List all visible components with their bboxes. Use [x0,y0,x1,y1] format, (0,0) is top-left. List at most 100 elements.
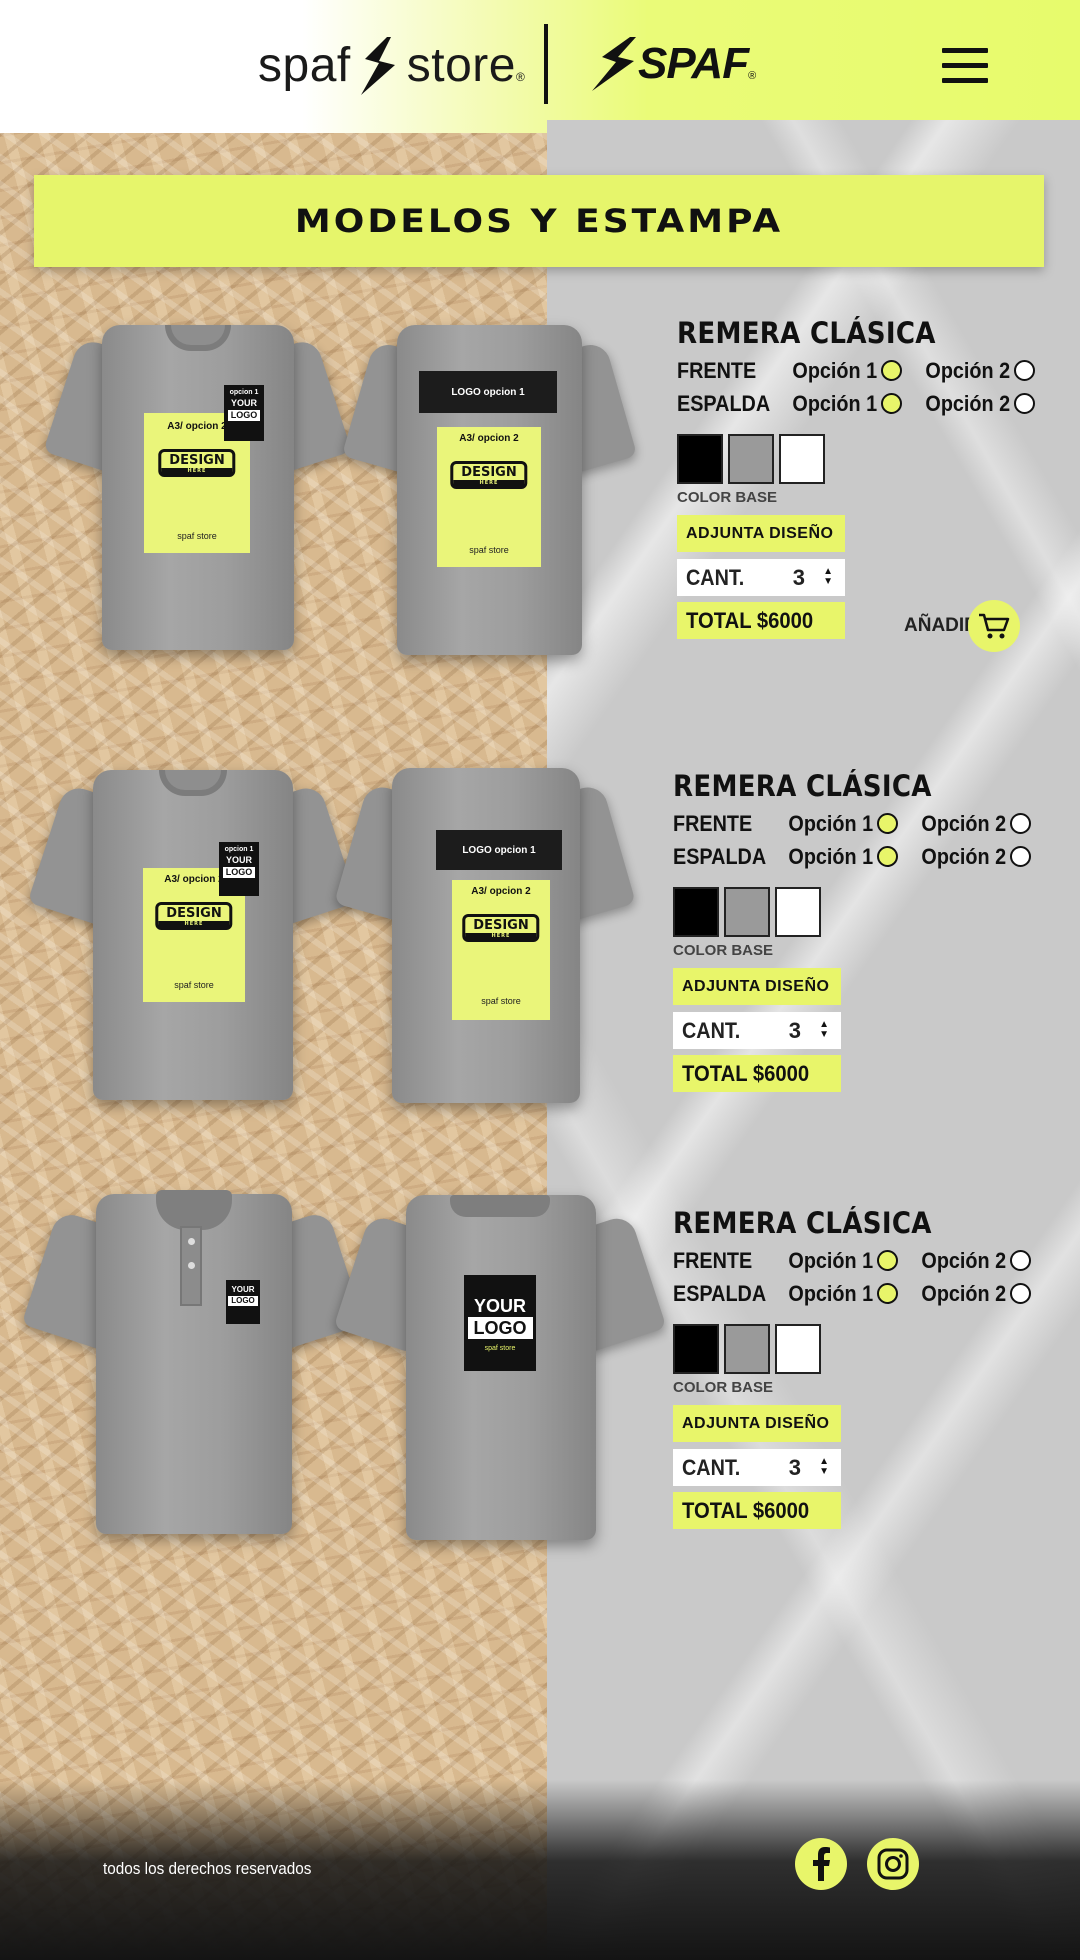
logo-text-spaf: spaf [258,39,351,92]
radio-selected-icon[interactable] [877,1250,899,1271]
spaf-store-logo[interactable]: spaf store ® [258,36,525,96]
swatch-white[interactable] [779,434,825,484]
section-title-banner: MODELOS Y ESTAMPA [34,175,1044,267]
radio-selected-icon[interactable] [881,360,903,381]
attach-design-button[interactable]: ADJUNTA DISEÑO [673,968,841,1005]
brand-logo-text: SPAF [638,39,749,88]
facebook-icon[interactable] [795,1838,847,1890]
qty-value[interactable]: 3 [789,1455,801,1481]
qty-label: CANT. [682,1017,741,1043]
product-name: REMERA CLÁSICA [673,1206,932,1240]
back-option-2[interactable]: Opción 2 [912,844,1032,870]
radio-icon[interactable] [1014,360,1036,381]
swatch-gray[interactable] [724,1324,770,1374]
site-header: spaf store ® SPAF ® [0,0,1080,133]
front-options: FRENTE Opción 1 Opción 2 [673,1244,1053,1277]
design-here-badge: DESIGN HERE [450,461,528,489]
stepper-arrows-icon[interactable]: ▲ ▼ [819,1457,829,1477]
front-option-1[interactable]: Opción 1 [779,1248,899,1274]
radio-selected-icon[interactable] [877,1283,899,1304]
front-label: FRENTE [673,810,753,836]
product-name: REMERA CLÁSICA [677,316,936,350]
front-option-2[interactable]: Opción 2 [916,358,1036,384]
front-option-1[interactable]: Opción 1 [779,811,899,837]
front-option-2[interactable]: Opción 2 [912,811,1032,837]
polo-back-mockup[interactable]: YOUR LOGO spaf store [333,1195,667,1545]
page-title: MODELOS Y ESTAMPA [294,202,784,240]
copyright-text: todos los derechos reservados [103,1859,312,1878]
radio-icon[interactable] [1010,846,1032,867]
design-here-badge: DESIGN HERE [462,914,540,942]
back-option-1[interactable]: Opción 1 [779,1281,899,1307]
back-label: ESPALDA [673,843,767,869]
design-here-badge: DESIGN HERE [158,449,236,477]
product-panel-3: REMERA CLÁSICA FRENTE Opción 1 Opción 2 … [673,1206,1053,1529]
tshirt-back-mockup[interactable]: LOGO opcion 1 A3/ opcion 2 DESIGN HERE sp… [334,768,636,1108]
polo-front-mockup[interactable]: YOUR LOGO [21,1190,365,1540]
a3-print-area: A3/ opcion 2 DESIGN HERE spaf store [437,427,541,567]
stepper-arrows-icon[interactable]: ▲ ▼ [819,1020,829,1040]
stepper-arrows-icon[interactable]: ▲ ▼ [823,567,833,587]
swatch-gray[interactable] [728,434,774,484]
front-label: FRENTE [677,357,757,383]
cart-icon[interactable] [967,600,1020,652]
color-base-label: COLOR BASE [673,1379,774,1396]
total-price: TOTAL $6000 [673,1055,841,1092]
radio-icon[interactable] [1010,1283,1032,1304]
logo-print-box: opcion 1 YOUR LOGO [219,842,259,896]
front-option-2[interactable]: Opción 2 [912,1248,1032,1274]
instagram-icon[interactable] [867,1838,919,1890]
back-options: ESPALDA Opción 1 Opción 2 [673,1277,1053,1310]
logo-print-box: YOUR LOGO spaf store [464,1275,536,1371]
quantity-stepper[interactable]: CANT. 3 ▲ ▼ [673,1449,841,1486]
hamburger-menu-icon[interactable] [942,48,988,84]
color-base-label: COLOR BASE [673,942,774,959]
bolt-icon [592,37,636,91]
radio-selected-icon[interactable] [877,846,899,867]
attach-design-button[interactable]: ADJUNTA DISEÑO [677,515,845,552]
radio-icon[interactable] [1010,1250,1032,1271]
back-label: ESPALDA [673,1280,767,1306]
add-to-cart-button[interactable]: AÑADIR [904,600,1020,652]
back-option-2[interactable]: Opción 2 [912,1281,1032,1307]
tshirt-front-mockup[interactable]: A3/ opcion 2 DESIGN HERE spaf store opcio… [27,770,358,1105]
back-label: ESPALDA [677,390,771,416]
swatch-gray[interactable] [724,887,770,937]
back-option-1[interactable]: Opción 1 [783,391,903,417]
add-label: AÑADIR [904,615,978,636]
swatch-black[interactable] [673,1324,719,1374]
radio-icon[interactable] [1014,393,1036,414]
tshirt-front-mockup[interactable]: A3/ opcion 2 DESIGN HERE spaf store opcio… [43,325,352,655]
swatch-white[interactable] [775,1324,821,1374]
color-swatches [677,434,1057,484]
bolt-icon [360,37,395,95]
spaf-brand-logo[interactable]: SPAF ® [590,34,756,94]
radio-icon[interactable] [1010,813,1032,834]
product-name: REMERA CLÁSICA [673,769,932,803]
swatch-white[interactable] [775,887,821,937]
swatch-black[interactable] [677,434,723,484]
logo-text-store: store [406,39,516,92]
back-option-2[interactable]: Opción 2 [916,391,1036,417]
swatch-black[interactable] [673,887,719,937]
front-option-1[interactable]: Opción 1 [783,358,903,384]
quantity-stepper[interactable]: CANT. 3 ▲ ▼ [677,559,845,596]
back-option-1[interactable]: Opción 1 [779,844,899,870]
registered-mark: ® [515,70,525,84]
front-options: FRENTE Opción 1 Opción 2 [677,354,1057,387]
front-options: FRENTE Opción 1 Opción 2 [673,807,1053,840]
radio-selected-icon[interactable] [881,393,903,414]
tshirt-back-mockup[interactable]: LOGO opcion 1 A3/ opcion 2 DESIGN HERE sp… [341,325,638,660]
qty-label: CANT. [682,1454,741,1480]
back-options: ESPALDA Opción 1 Opción 2 [677,387,1057,420]
logo-print-box: opcion 1 YOUR LOGO [224,385,264,441]
radio-selected-icon[interactable] [877,813,899,834]
qty-label: CANT. [686,564,745,590]
quantity-stepper[interactable]: CANT. 3 ▲ ▼ [673,1012,841,1049]
color-base-label: COLOR BASE [677,489,778,506]
logo-strip-print: LOGO opcion 1 [436,830,562,870]
qty-value[interactable]: 3 [789,1018,801,1044]
qty-value[interactable]: 3 [793,565,805,591]
product-panel-1: REMERA CLÁSICA FRENTE Opción 1 Opción 2 … [677,316,1057,639]
attach-design-button[interactable]: ADJUNTA DISEÑO [673,1405,841,1442]
